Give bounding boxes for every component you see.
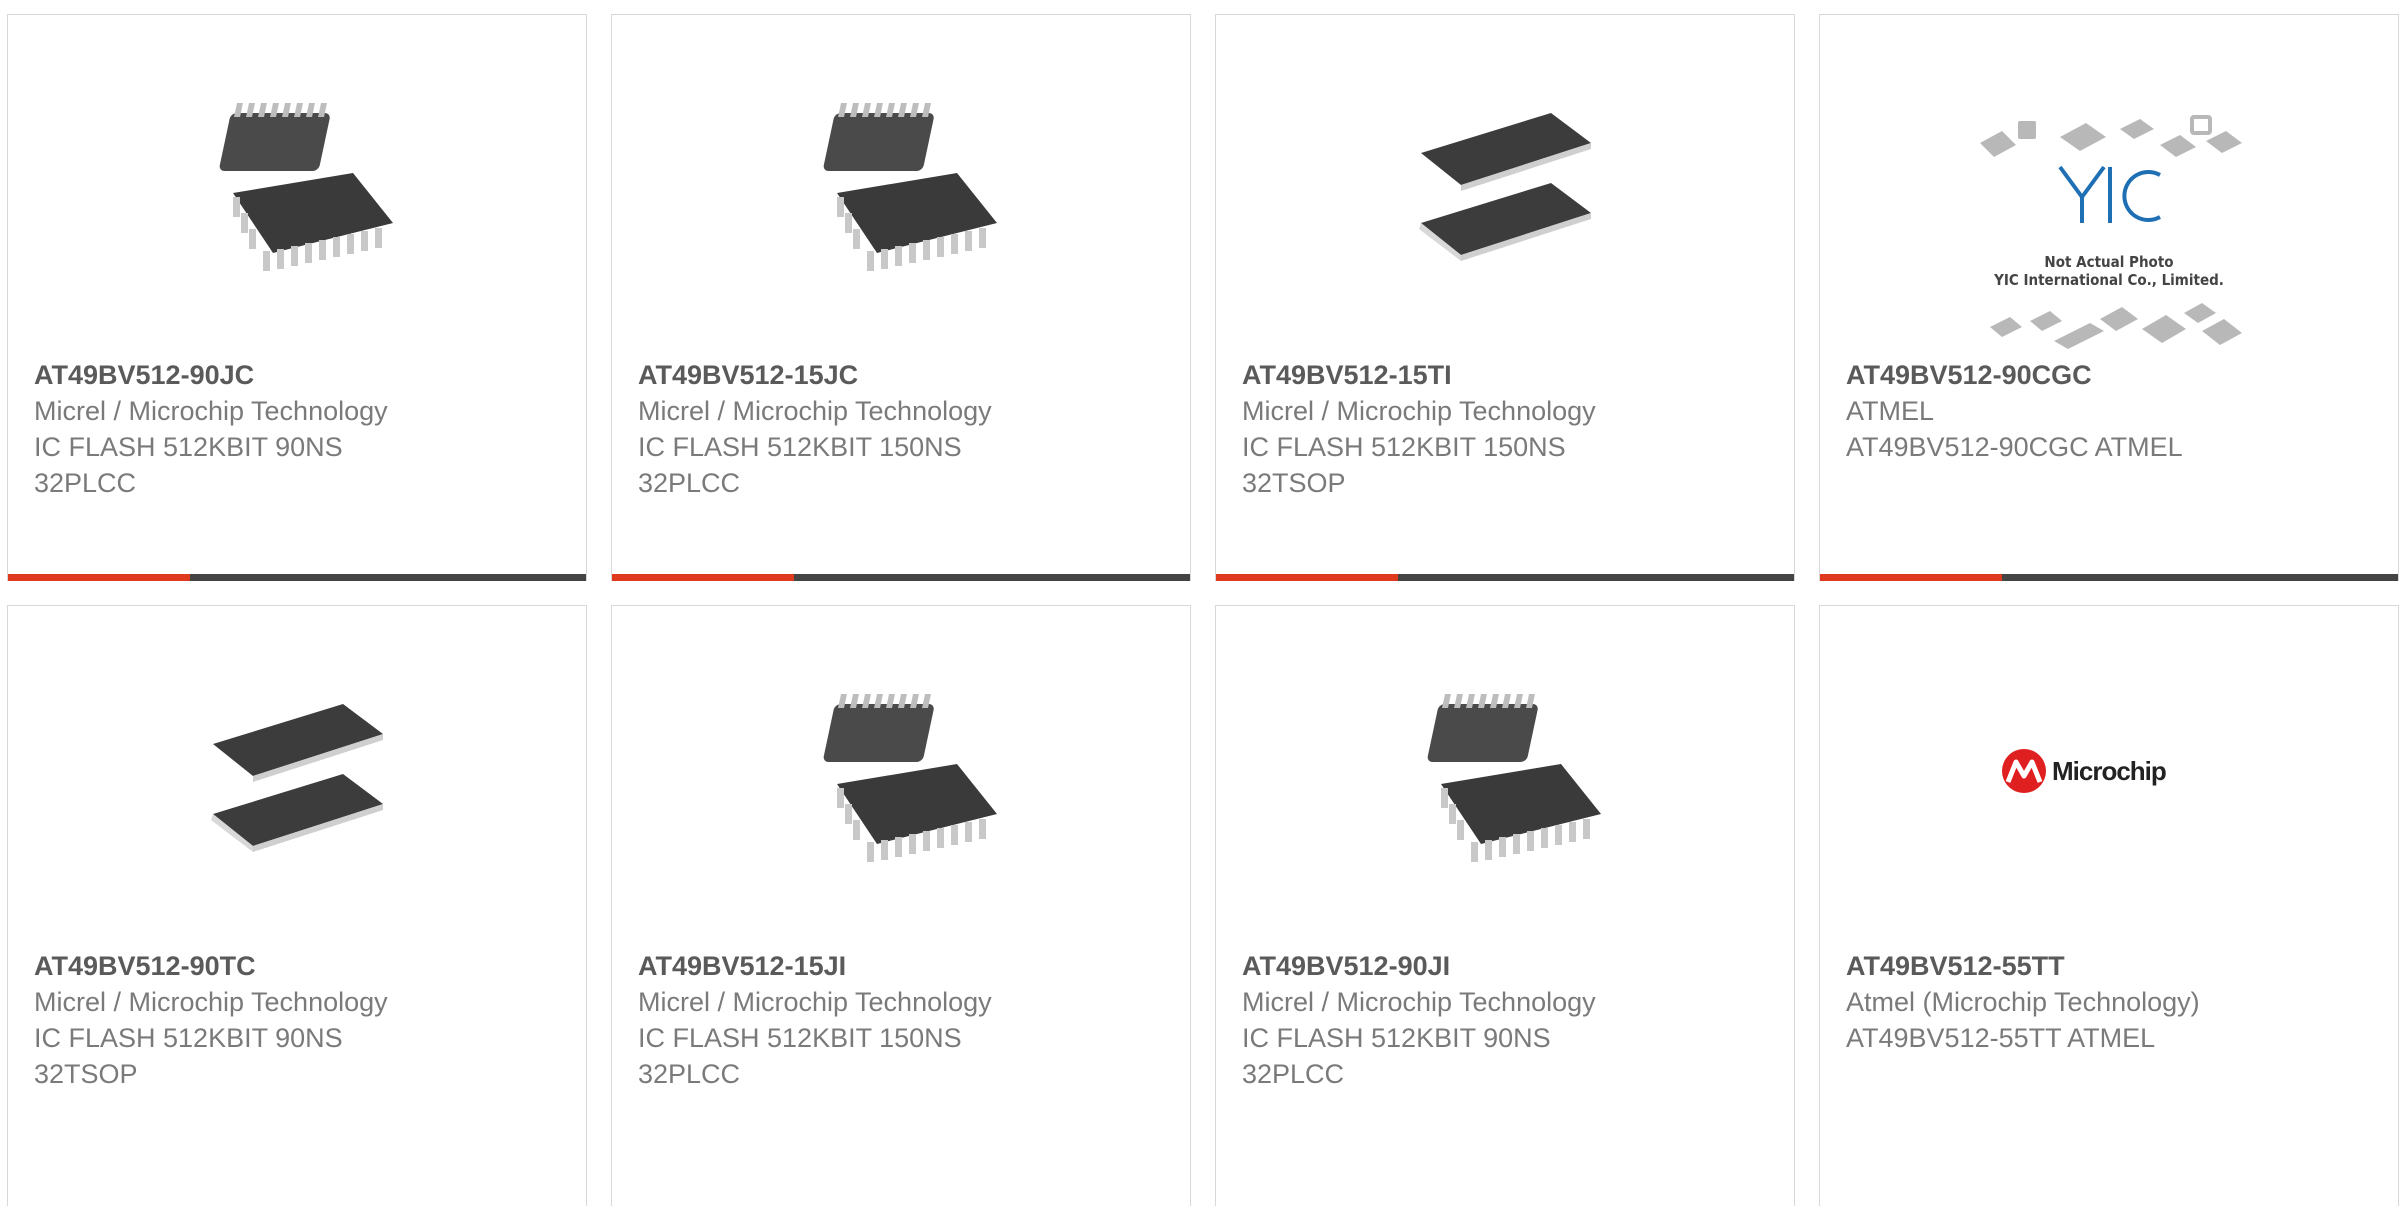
manufacturer: Micrel / Microchip Technology <box>638 396 992 426</box>
tsop-chip-icon[interactable] <box>1401 83 1609 291</box>
manufacturer: Micrel / Microchip Technology <box>34 987 388 1017</box>
manufacturer: Atmel (Microchip Technology) <box>1846 987 2200 1017</box>
description: IC FLASH 512KBIT 90NS <box>34 432 343 462</box>
package: 32PLCC <box>34 468 137 498</box>
product-info: AT49BV512-15TI Micrel / Microchip Techno… <box>1242 357 1774 501</box>
package: 32PLCC <box>638 1059 741 1089</box>
image-text: Microchip <box>2052 756 2166 786</box>
description: IC FLASH 512KBIT 150NS <box>638 432 962 462</box>
product-info: AT49BV512-15JC Micrel / Microchip Techno… <box>638 357 1170 501</box>
product-card[interactable]: AT49BV512-15TI Micrel / Microchip Techno… <box>1215 14 1795 581</box>
product-grid: AT49BV512-90JC Micrel / Microchip Techno… <box>7 14 2399 1206</box>
card-bottom-bar <box>8 574 586 581</box>
package: 32PLCC <box>1242 1059 1345 1089</box>
part-number-link[interactable]: AT49BV512-90TC <box>34 948 566 984</box>
description: IC FLASH 512KBIT 150NS <box>1242 432 1566 462</box>
product-card[interactable]: AT49BV512-90JC Micrel / Microchip Techno… <box>7 14 587 581</box>
description: IC FLASH 512KBIT 90NS <box>1242 1023 1551 1053</box>
plcc-chip-icon[interactable] <box>797 83 1005 291</box>
card-accent-bar <box>8 574 190 581</box>
product-info: AT49BV512-90JC Micrel / Microchip Techno… <box>34 357 566 501</box>
package: 32TSOP <box>1242 468 1346 498</box>
yic-placeholder-icon[interactable]: Not Actual Photo YIC International Co., … <box>1970 105 2248 355</box>
part-number-link[interactable]: AT49BV512-15TI <box>1242 357 1774 393</box>
description: IC FLASH 512KBIT 150NS <box>638 1023 962 1053</box>
manufacturer: ATMEL <box>1846 396 1935 426</box>
plcc-chip-icon[interactable] <box>193 83 401 291</box>
manufacturer: Micrel / Microchip Technology <box>1242 396 1596 426</box>
product-card[interactable]: AT49BV512-15JC Micrel / Microchip Techno… <box>611 14 1191 581</box>
description: AT49BV512-90CGC ATMEL <box>1846 432 2183 462</box>
manufacturer: Micrel / Microchip Technology <box>34 396 388 426</box>
manufacturer: Micrel / Microchip Technology <box>1242 987 1596 1017</box>
part-number-link[interactable]: AT49BV512-90CGC <box>1846 357 2378 393</box>
part-number-link[interactable]: AT49BV512-90JC <box>34 357 566 393</box>
card-bottom-bar <box>1216 574 1794 581</box>
part-number-link[interactable]: AT49BV512-55TT <box>1846 948 2378 984</box>
microchip-logo-icon[interactable]: Microchip <box>2000 746 2230 796</box>
manufacturer: Micrel / Microchip Technology <box>638 987 992 1017</box>
product-card[interactable]: Microchip AT49BV512-55TT Atmel (Microchi… <box>1819 605 2399 1206</box>
product-info: AT49BV512-55TT Atmel (Microchip Technolo… <box>1846 948 2378 1056</box>
description: AT49BV512-55TT ATMEL <box>1846 1023 2156 1053</box>
product-card[interactable]: AT49BV512-90TC Micrel / Microchip Techno… <box>7 605 587 1206</box>
product-card[interactable]: Not Actual Photo YIC International Co., … <box>1819 14 2399 581</box>
product-info: AT49BV512-90TC Micrel / Microchip Techno… <box>34 948 566 1092</box>
card-bottom-bar <box>612 574 1190 581</box>
product-info: AT49BV512-90JI Micrel / Microchip Techno… <box>1242 948 1774 1092</box>
part-number-link[interactable]: AT49BV512-15JI <box>638 948 1170 984</box>
image-text: YIC International Co., Limited. <box>1993 271 2224 289</box>
part-number-link[interactable]: AT49BV512-15JC <box>638 357 1170 393</box>
product-info: AT49BV512-90CGC ATMEL AT49BV512-90CGC AT… <box>1846 357 2378 465</box>
card-accent-bar <box>612 574 794 581</box>
package: 32PLCC <box>638 468 741 498</box>
description: IC FLASH 512KBIT 90NS <box>34 1023 343 1053</box>
card-bottom-bar <box>1820 574 2398 581</box>
plcc-chip-icon[interactable] <box>1401 674 1609 882</box>
card-accent-bar <box>1820 574 2002 581</box>
product-card[interactable]: AT49BV512-15JI Micrel / Microchip Techno… <box>611 605 1191 1206</box>
product-card[interactable]: AT49BV512-90JI Micrel / Microchip Techno… <box>1215 605 1795 1206</box>
tsop-chip-icon[interactable] <box>193 674 401 882</box>
package: 32TSOP <box>34 1059 138 1089</box>
plcc-chip-icon[interactable] <box>797 674 1005 882</box>
card-accent-bar <box>1216 574 1398 581</box>
image-text: Not Actual Photo <box>2044 253 2173 271</box>
product-info: AT49BV512-15JI Micrel / Microchip Techno… <box>638 948 1170 1092</box>
part-number-link[interactable]: AT49BV512-90JI <box>1242 948 1774 984</box>
